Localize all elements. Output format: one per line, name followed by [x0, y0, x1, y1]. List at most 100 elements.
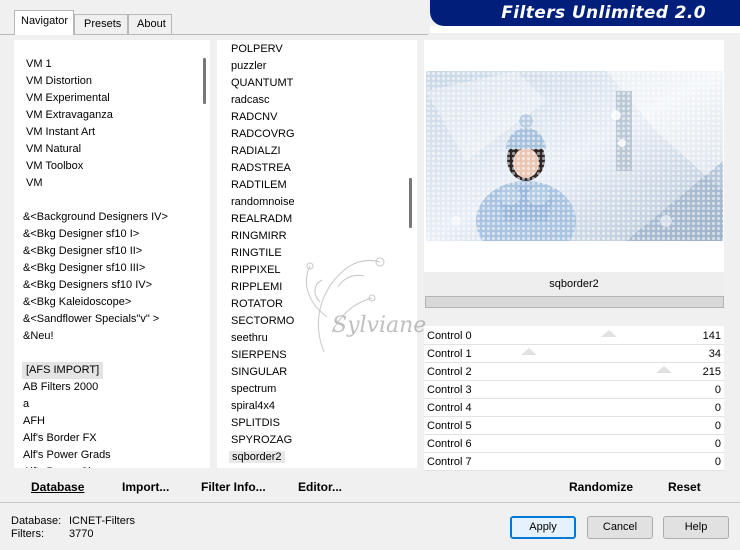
control-slider[interactable] [504, 417, 694, 434]
filter-item[interactable]: SPYROZAG [231, 432, 417, 449]
category-label: &<Background Designers IV> [23, 211, 168, 223]
control-slider[interactable] [504, 381, 694, 398]
category-item[interactable]: VM Natural [23, 141, 210, 158]
filters-status-label: Filters: [11, 528, 44, 540]
tab-presets[interactable]: Presets [74, 14, 128, 34]
control-slider[interactable] [504, 363, 694, 380]
control-row: Control 2 215 [424, 363, 724, 381]
filter-item[interactable]: RADTILEM [231, 177, 417, 194]
control-slider[interactable] [504, 345, 694, 362]
filter-label: spiral4x4 [231, 400, 276, 412]
filter-item[interactable]: RADCOVRG [231, 126, 417, 143]
category-item[interactable]: VM Distortion [23, 73, 210, 90]
filter-item[interactable]: QUANTUMT [231, 75, 417, 92]
control-row: Control 0 141 [424, 327, 724, 345]
category-item[interactable]: a [23, 396, 210, 413]
database-button[interactable]: Database [31, 480, 84, 494]
category-item[interactable]: &<Bkg Designers sf10 IV> [23, 277, 210, 294]
control-value: 0 [714, 384, 721, 396]
category-item[interactable]: VM 1 [23, 56, 210, 73]
category-label: VM [26, 177, 43, 189]
filter-item[interactable]: randomnoise [231, 194, 417, 211]
tab-navigator[interactable]: Navigator [14, 10, 74, 35]
category-label: &<Bkg Designer sf10 II> [23, 245, 143, 257]
category-item[interactable]: VM Experimental [23, 90, 210, 107]
control-label: Control 3 [427, 384, 472, 396]
control-value: 215 [702, 366, 721, 378]
randomize-button[interactable]: Randomize [569, 480, 633, 494]
category-item[interactable]: &<Background Designers IV> [23, 209, 210, 226]
category-label: [AFS IMPORT] [22, 362, 104, 379]
category-item[interactable]: VM Extravaganza [23, 107, 210, 124]
import-button[interactable]: Import... [122, 480, 169, 494]
tab-about[interactable]: About [128, 14, 172, 34]
preview-image [426, 71, 723, 241]
control-slider[interactable] [504, 399, 694, 416]
category-item[interactable]: &<Bkg Designer sf10 I> [23, 226, 210, 243]
category-item[interactable]: VM Toolbox [23, 158, 210, 175]
filter-label: RADSTREA [231, 162, 291, 174]
filter-item[interactable]: puzzler [231, 58, 417, 75]
slider-thumb[interactable] [601, 330, 618, 337]
category-label: AFH [23, 415, 45, 427]
filter-scrollbar[interactable] [409, 178, 412, 228]
category-scrollbar[interactable] [203, 58, 206, 104]
database-status-label: Database: [11, 515, 62, 527]
control-value: 141 [702, 330, 721, 342]
footer-divider [0, 502, 740, 503]
apply-button[interactable]: Apply [510, 516, 576, 539]
filter-item[interactable]: sqbrdrs [231, 466, 417, 468]
category-item[interactable]: Alf's Border FX [23, 430, 210, 447]
category-item[interactable]: AB Filters 2000 [23, 379, 210, 396]
filter-item[interactable]: POLPERV [231, 41, 417, 58]
category-item[interactable]: AFH [23, 413, 210, 430]
filter-item[interactable]: RADCNV [231, 109, 417, 126]
category-label: VM 1 [26, 58, 52, 70]
filter-label: SPLITDIS [231, 417, 280, 429]
category-label: VM Distortion [26, 75, 93, 87]
category-label: &<Bkg Designers sf10 IV> [23, 279, 153, 291]
tab-label: About [137, 18, 166, 30]
control-label: Control 6 [427, 438, 472, 450]
category-item[interactable]: &<Bkg Designer sf10 II> [23, 243, 210, 260]
category-item[interactable]: &<Sandflower Specials"v" > [23, 311, 210, 328]
filter-item[interactable]: REALRADM [231, 211, 417, 228]
control-slider[interactable] [504, 327, 694, 344]
category-item[interactable]: [AFS IMPORT] [22, 362, 210, 379]
filter-item[interactable]: spiral4x4 [231, 398, 417, 415]
category-label: VM Extravaganza [26, 109, 113, 121]
filter-item[interactable]: sqborder2 [229, 449, 417, 466]
category-label: &<Bkg Designer sf10 III> [23, 262, 146, 274]
category-item[interactable]: &<Bkg Kaleidoscope> [23, 294, 210, 311]
reset-button[interactable]: Reset [668, 480, 701, 494]
filter-item[interactable]: RADIALZI [231, 143, 417, 160]
category-item[interactable]: &<Bkg Designer sf10 III> [23, 260, 210, 277]
filter-item[interactable]: radcasc [231, 92, 417, 109]
help-button[interactable]: Help [663, 516, 729, 539]
filter-item[interactable]: SPLITDIS [231, 415, 417, 432]
filter-label: RADCNV [231, 111, 278, 123]
filter-item[interactable]: spectrum [231, 381, 417, 398]
filter-label: SPYROZAG [231, 434, 293, 446]
category-list[interactable]: VM 1 VM Distortion VM Experimental VM Extra… [14, 40, 210, 468]
category-label: Alf's Power Grads [23, 449, 111, 461]
category-label: &Neu! [23, 330, 54, 342]
category-item[interactable]: VM Instant Art [23, 124, 210, 141]
category-item[interactable]: &Neu! [23, 328, 210, 345]
control-slider[interactable] [504, 453, 694, 470]
tab-label: Navigator [21, 15, 69, 27]
filter-info-button[interactable]: Filter Info... [201, 480, 266, 494]
cancel-button[interactable]: Cancel [587, 516, 653, 539]
editor-button[interactable]: Editor... [298, 480, 342, 494]
control-row: Control 1 34 [424, 345, 724, 363]
filter-item[interactable]: RADSTREA [231, 160, 417, 177]
category-item[interactable]: Alf's Power Sines [23, 464, 210, 468]
control-value: 0 [714, 402, 721, 414]
category-item[interactable]: Alf's Power Grads [23, 447, 210, 464]
slider-thumb[interactable] [521, 348, 538, 355]
category-label: VM Instant Art [26, 126, 96, 138]
control-slider[interactable] [504, 435, 694, 452]
filter-label: RADIALZI [231, 145, 281, 157]
slider-thumb[interactable] [656, 366, 673, 373]
category-item[interactable]: VM [23, 175, 210, 192]
